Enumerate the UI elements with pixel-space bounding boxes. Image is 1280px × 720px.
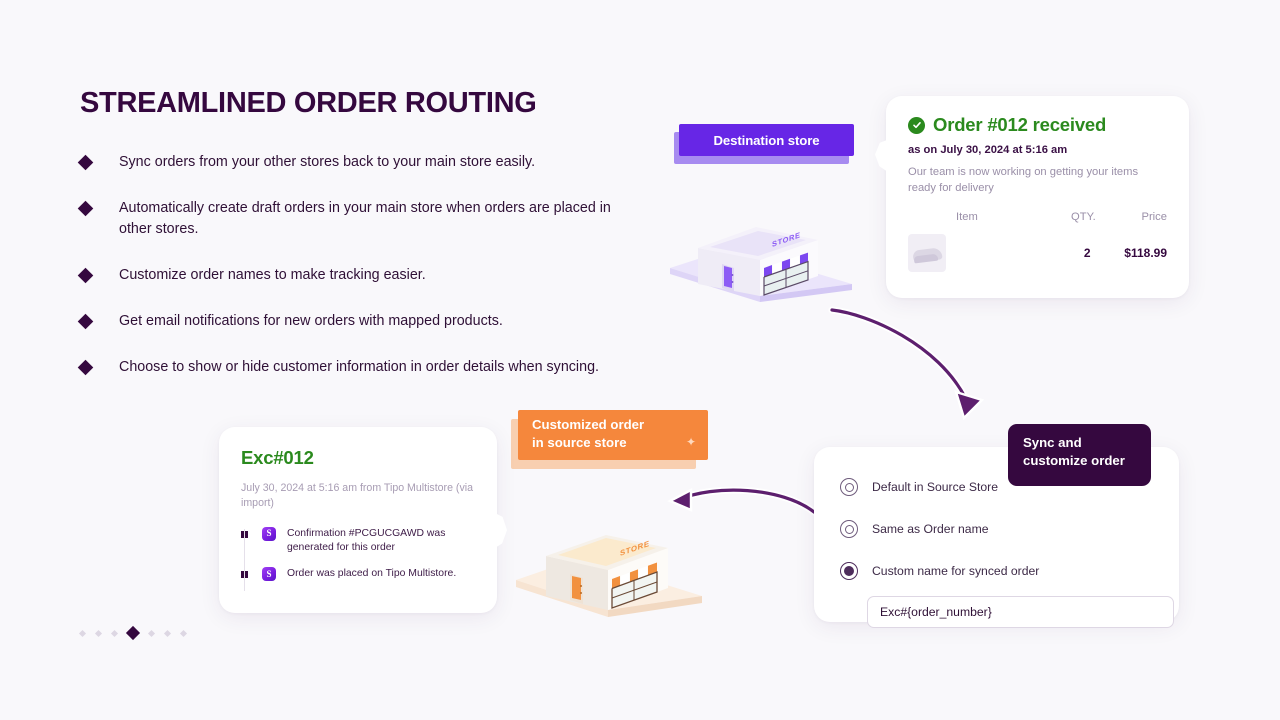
feature-list: Sync orders from your other stores back …	[77, 152, 660, 378]
pager-dot-5[interactable]	[147, 629, 156, 637]
carousel-pagination[interactable]	[78, 625, 188, 641]
customized-order-tag-label-line1: Customized order	[532, 417, 645, 432]
sneaker-product-image	[908, 233, 946, 272]
order-date: as on July 30, 2024 at 5:16 am	[908, 144, 1068, 156]
sync-tooltip-line2: customize order	[1023, 453, 1125, 469]
radio-label: Custom name for synced order	[872, 564, 1040, 578]
sparkle-icon: ✦	[685, 435, 696, 449]
left-content-column: STREAMLINED ORDER ROUTING Sync orders fr…	[77, 87, 660, 378]
sync-customize-order-tooltip: Sync and customize order	[1008, 424, 1151, 486]
timeline-item-text: Order was placed on Tipo Multistore.	[287, 568, 457, 580]
timeline-connector	[244, 528, 245, 591]
pager-dot-7[interactable]	[179, 629, 188, 637]
isometric-destination-store: STORE	[670, 227, 852, 302]
page-title: STREAMLINED ORDER ROUTING	[80, 87, 537, 119]
order-title: Order #012 received	[933, 114, 1107, 135]
diamond-bullet-icon	[77, 200, 94, 217]
list-item: Customize order names to make tracking e…	[77, 265, 660, 286]
diamond-bullet-icon	[77, 359, 94, 376]
radio-option-custom-name-for-synced-order[interactable]: Custom name for synced order	[814, 550, 1179, 592]
feature-text: Customize order names to make tracking e…	[119, 266, 426, 283]
speech-bubble-tail	[487, 509, 507, 553]
timeline-item: S Order was placed on Tipo Multistore.	[241, 567, 473, 582]
arrow-destination-to-radio-panel	[828, 306, 985, 421]
list-item: Get email notifications for new orders w…	[77, 311, 660, 332]
arrow-radio-panel-to-source-store	[667, 486, 818, 516]
source-order-detail-card: Exc#012 July 30, 2024 at 5:16 am from Ti…	[219, 427, 507, 613]
order-status-message: Our team is now working on getting your …	[908, 166, 1139, 194]
shopify-app-icon: S	[262, 526, 276, 541]
pager-dot-4-active[interactable]	[125, 625, 141, 641]
timeline-item: S Confirmation #PCGUCGAWD was generated …	[241, 526, 473, 556]
custom-order-name-input[interactable]	[867, 596, 1174, 628]
pager-dot-2[interactable]	[94, 629, 103, 637]
radio-label: Same as Order name	[872, 522, 989, 536]
cell-qty: 2	[1083, 245, 1091, 260]
table-header-row: Item QTY. Price	[908, 211, 1167, 223]
column-header-qty: QTY.	[1071, 210, 1096, 223]
radio-button-icon-selected[interactable]	[840, 562, 858, 580]
tag-body: Destination store	[679, 124, 854, 156]
radio-button-icon[interactable]	[840, 478, 858, 496]
radio-label: Default in Source Store	[872, 480, 999, 494]
pager-dot-6[interactable]	[163, 629, 172, 637]
list-item: Sync orders from your other stores back …	[77, 152, 660, 173]
order-received-card: Order #012 received as on July 30, 2024 …	[875, 96, 1189, 298]
check-circle-icon	[908, 116, 925, 134]
destination-store-tag-label: Destination store	[713, 132, 820, 148]
feature-text: Automatically create draft orders in you…	[119, 199, 611, 237]
list-item: Automatically create draft orders in you…	[77, 198, 660, 240]
feature-text: Get email notifications for new orders w…	[119, 312, 503, 329]
pager-dot-1[interactable]	[78, 629, 87, 637]
table-row: 2 $118.99	[908, 233, 1167, 272]
order-timeline: S Confirmation #PCGUCGAWD was generated …	[241, 526, 473, 591]
customized-order-tag-label-line2: in source store	[532, 434, 627, 450]
exc-order-title: Exc#012	[241, 447, 314, 468]
radio-option-same-as-order-name[interactable]: Same as Order name	[814, 508, 1179, 550]
diamond-bullet-icon	[77, 313, 94, 330]
shopify-app-icon: S	[262, 567, 276, 582]
tag-body: Customized order in source store ✦	[518, 410, 708, 460]
cell-price: $118.99	[1124, 245, 1167, 260]
feature-text: Sync orders from your other stores back …	[119, 153, 536, 170]
timeline-item-text: Confirmation #PCGUCGAWD was generated fo…	[287, 527, 446, 554]
speech-bubble-tail	[875, 136, 897, 178]
diamond-bullet-icon	[77, 154, 94, 171]
pager-dot-3[interactable]	[110, 629, 119, 637]
destination-store-tag: Destination store	[674, 124, 854, 164]
feature-text: Choose to show or hide customer informat…	[119, 358, 599, 375]
exc-order-subtitle: July 30, 2024 at 5:16 am from Tipo Multi…	[241, 482, 473, 510]
order-items-table: Item QTY. Price 2 $118.99	[908, 211, 1167, 272]
sync-tooltip-line1: Sync and	[1023, 435, 1082, 450]
customized-order-tag: Customized order in source store ✦	[511, 410, 708, 469]
column-header-price: Price	[1141, 210, 1167, 223]
radio-button-icon[interactable]	[840, 520, 858, 538]
list-item: Choose to show or hide customer informat…	[77, 357, 660, 378]
column-header-item: Item	[956, 210, 978, 223]
diamond-bullet-icon	[77, 267, 94, 284]
order-card-header: Order #012 received	[908, 114, 1167, 136]
